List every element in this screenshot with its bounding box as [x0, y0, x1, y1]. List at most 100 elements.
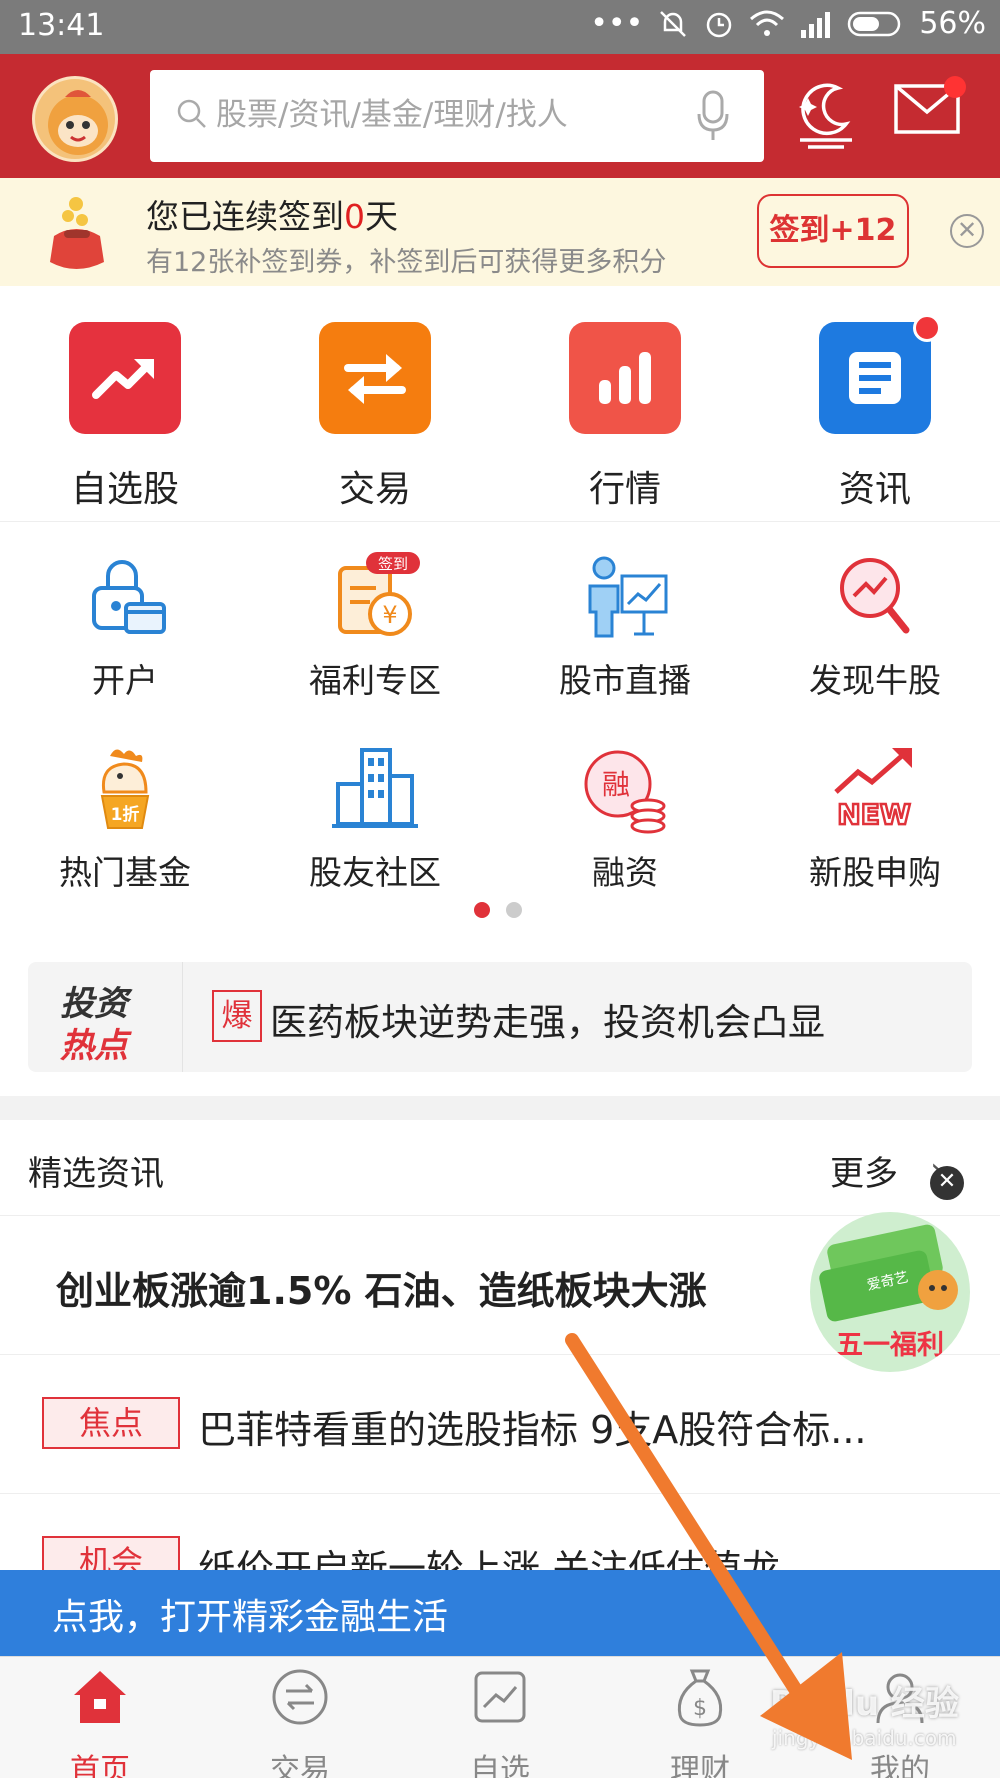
- more-link[interactable]: 更多: [830, 1146, 898, 1195]
- unread-dot: [944, 76, 966, 98]
- service-label: 新股申购: [809, 853, 941, 892]
- service-grid: 开户 ¥ 签到 福利专区 股市直播 发现牛股 1折 热门基金 股友社区 融 融资 …: [0, 522, 1000, 902]
- home-icon: [74, 1671, 126, 1723]
- alarm-icon: [707, 12, 732, 37]
- status-bar: 13:41 ••• 56%: [0, 0, 1000, 54]
- app-header: [0, 54, 1000, 178]
- grid-item-market[interactable]: 行情: [525, 322, 725, 512]
- service-label: 融资: [592, 853, 658, 892]
- coin-purse-icon: [50, 197, 104, 269]
- page-indicator: [474, 902, 522, 918]
- service-hot-funds[interactable]: 1折 热门基金: [25, 744, 225, 894]
- promo-caption: 五一福利: [836, 1330, 944, 1361]
- hot-tag: 爆: [212, 990, 262, 1042]
- baidu-watermark: Baidu 经验: [770, 1684, 959, 1724]
- rooster-fund-icon: 1折: [100, 749, 150, 829]
- floating-promo-badge[interactable]: 爱奇艺 五一福利: [810, 1212, 970, 1372]
- mute-bell-icon: [660, 10, 687, 37]
- buildings-icon: [332, 748, 418, 828]
- news-list-item[interactable]: 焦点 巴菲特看重的选股指标 9支A股符合标...: [0, 1355, 1000, 1494]
- grid-item-label: 自选股: [70, 469, 179, 510]
- close-promo-icon[interactable]: ✕: [930, 1166, 964, 1200]
- tab-label: 自选: [470, 1753, 530, 1778]
- money-bag-icon: $: [677, 1669, 723, 1727]
- service-label: 开户: [92, 661, 158, 700]
- exchange-arrows-icon: [319, 322, 431, 434]
- news-headline[interactable]: 创业板涨逾1.5% 石油、造纸板块大涨: [56, 1260, 816, 1315]
- service-community[interactable]: 股友社区: [275, 744, 475, 894]
- service-ipo[interactable]: NEW 新股申购: [775, 744, 975, 894]
- finance-badge: 融: [602, 768, 630, 801]
- monkey-mascot-icon: [48, 90, 108, 155]
- night-mode-icon[interactable]: [794, 78, 858, 150]
- message-button[interactable]: [894, 76, 966, 138]
- microphone-icon[interactable]: [696, 90, 730, 142]
- finance-coins-icon: 融: [584, 750, 666, 834]
- magnifier-chart-icon: [840, 558, 910, 634]
- chart-frame-icon: [474, 1671, 526, 1723]
- service-label: 福利专区: [309, 661, 441, 700]
- signin-days-text: 您已连续签到0天: [146, 197, 398, 236]
- tab-home[interactable]: 首页: [0, 1665, 200, 1778]
- avatar[interactable]: [32, 76, 118, 162]
- service-live[interactable]: 股市直播: [525, 552, 725, 702]
- service-open-account[interactable]: 开户: [25, 552, 225, 702]
- service-welfare[interactable]: ¥ 签到 福利专区: [275, 552, 475, 702]
- bar-chart-icon: [569, 322, 681, 434]
- notification-dot: [913, 314, 941, 342]
- search-box[interactable]: [150, 70, 764, 162]
- new-stock-icon: NEW: [834, 748, 912, 832]
- signin-subtext: 有12张补签到券，补签到后可获得更多积分: [146, 247, 667, 278]
- welfare-icon: ¥ 签到: [338, 552, 420, 636]
- svg-text:$: $: [693, 1696, 707, 1721]
- page-dot-active: [474, 902, 490, 918]
- news-tag: 焦点: [42, 1397, 180, 1449]
- section-divider: [0, 1096, 1000, 1120]
- grid-item-label: 交易: [338, 469, 411, 510]
- grid-item-label: 资讯: [838, 469, 911, 510]
- tab-label: 首页: [70, 1753, 130, 1778]
- service-find-stocks[interactable]: 发现牛股: [775, 552, 975, 702]
- svg-text:¥: ¥: [382, 601, 397, 629]
- service-label: 发现牛股: [809, 661, 941, 700]
- open-app-banner-text[interactable]: 点我，打开精彩金融生活: [52, 1588, 448, 1640]
- signin-days-count: 0: [344, 197, 365, 236]
- signal-icon: [801, 11, 831, 38]
- tab-label: 交易: [270, 1753, 330, 1778]
- signin-button[interactable]: 签到+12: [757, 194, 909, 268]
- grid-item-news[interactable]: 资讯: [775, 314, 975, 512]
- service-financing[interactable]: 融 融资: [525, 744, 725, 894]
- news-section-header: 精选资讯 更多 ›: [0, 1120, 1000, 1216]
- search-icon: [177, 99, 206, 128]
- baidu-watermark-url: jingyan.baidu.com: [772, 1726, 957, 1750]
- close-icon[interactable]: ✕: [950, 214, 984, 248]
- grid-item-label: 行情: [588, 469, 661, 510]
- investment-hotspot-banner[interactable]: 投资 热点 爆 医药板块逆势走强，投资机会凸显: [28, 962, 972, 1072]
- search-input[interactable]: [216, 88, 676, 142]
- battery-icon: [848, 11, 901, 36]
- grid-item-trade[interactable]: 交易: [275, 322, 475, 512]
- tab-trade[interactable]: 交易: [200, 1665, 400, 1778]
- open-app-banner[interactable]: 点我，打开精彩金融生活: [0, 1570, 1000, 1656]
- live-presenter-icon: [588, 556, 668, 638]
- trend-up-icon: [69, 322, 181, 434]
- main-function-grid: 自选股 交易 行情 资讯: [0, 286, 1000, 522]
- exchange-circle-icon: [272, 1669, 328, 1725]
- battery-percent: 56%: [919, 6, 986, 41]
- page-dot: [506, 902, 522, 918]
- news-title[interactable]: 巴菲特看重的选股指标 9支A股符合标...: [198, 1399, 958, 1454]
- tab-watchlist[interactable]: 自选: [400, 1665, 600, 1778]
- more-dots-icon: •••: [590, 6, 644, 41]
- service-label: 股友社区: [309, 853, 441, 892]
- status-time: 13:41: [18, 8, 105, 43]
- fund-badge: 1折: [111, 804, 140, 825]
- wifi-icon: [750, 10, 785, 36]
- news-section-title: 精选资讯: [28, 1154, 164, 1194]
- service-label: 股市直播: [559, 661, 691, 700]
- lock-card-icon: [92, 560, 166, 634]
- hotspot-logo: 投资 热点: [28, 962, 183, 1072]
- grid-item-watchlist[interactable]: 自选股: [25, 322, 225, 512]
- hotspot-headline[interactable]: 医药板块逆势走强，投资机会凸显: [270, 992, 825, 1046]
- news-document-icon: [819, 314, 941, 434]
- welfare-badge: 签到: [378, 555, 408, 573]
